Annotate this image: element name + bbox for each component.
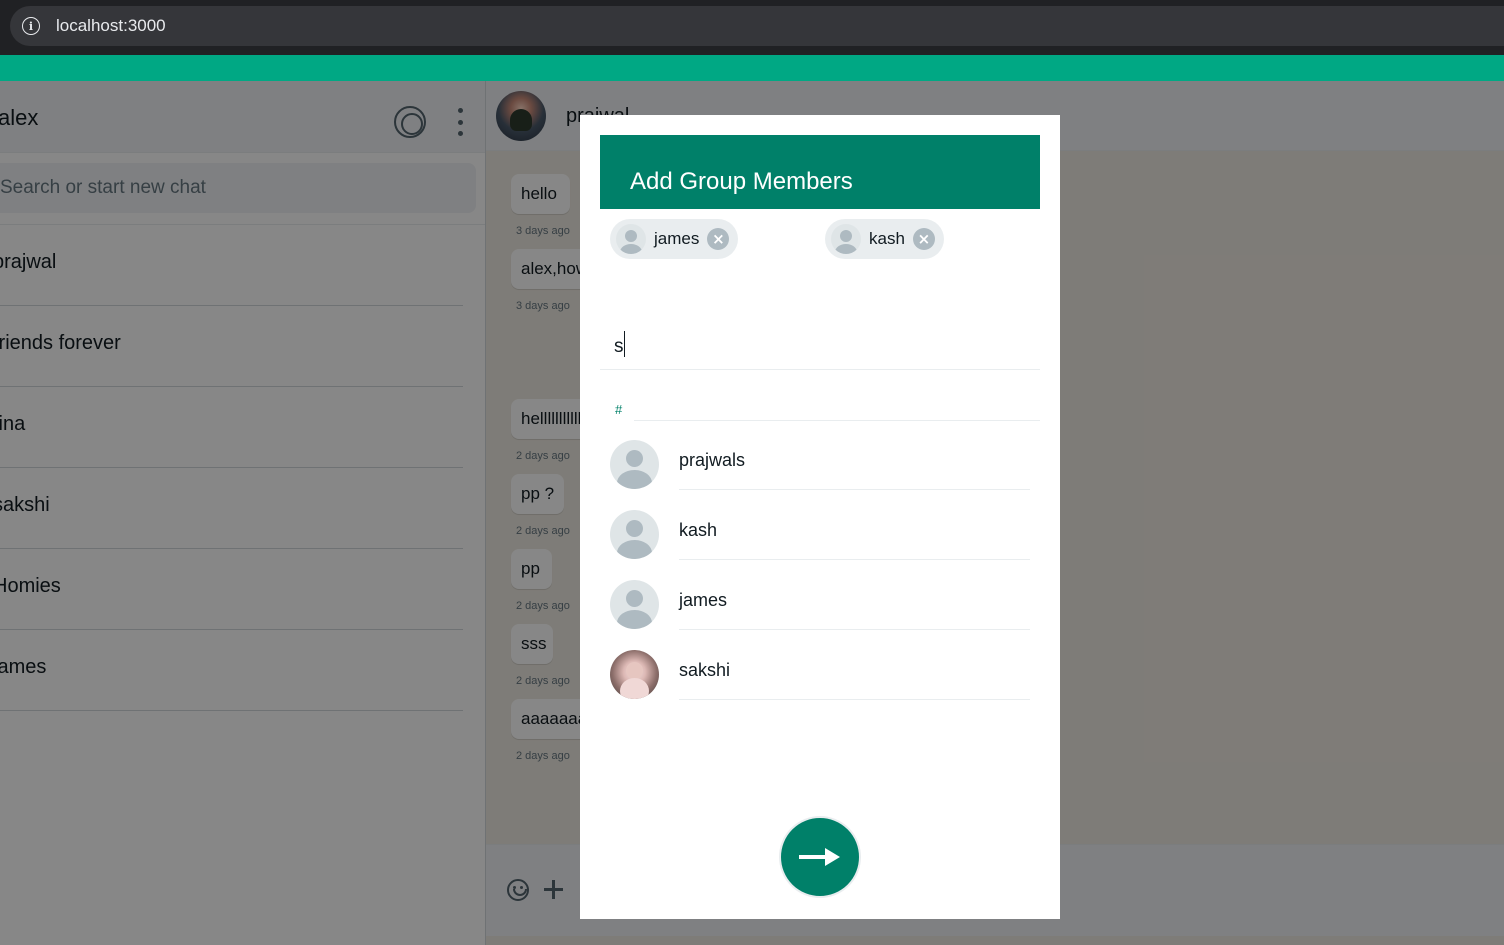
default-avatar-icon [610,440,659,489]
next-button[interactable] [779,816,861,898]
arrow-right-icon [799,848,840,866]
address-bar[interactable]: i localhost:3000 [10,6,1504,46]
chip-label: kash [869,229,905,248]
url-text[interactable]: localhost:3000 [56,16,166,36]
contact-list-item[interactable]: kash [610,505,1030,565]
browser-toolbar: i localhost:3000 [0,0,1504,55]
text-caret [624,331,625,357]
user-avatar-icon [616,224,646,254]
info-icon[interactable]: i [22,17,40,35]
dialog-header: Add Group Members [600,135,1040,209]
contact-name: sakshi [679,660,731,680]
dialog-title: Add Group Members [630,168,853,195]
contact-name: prajwals [679,450,746,470]
section-label: # [615,402,623,417]
photo-avatar [610,650,659,699]
divider [679,629,1030,630]
divider [679,559,1030,560]
user-avatar-icon [831,224,861,254]
selected-member-chip: kash × [825,219,944,259]
member-search-input[interactable] [600,325,1040,370]
add-group-members-dialog: Add Group Members james × kash × # prajw… [580,115,1060,919]
contact-list-item[interactable]: prajwals [610,435,1030,495]
remove-chip-icon[interactable]: × [912,228,935,250]
default-avatar-icon [610,510,659,559]
section-divider [634,420,1040,421]
divider [679,489,1030,490]
selected-member-chip: james × [610,219,739,259]
contact-name: james [679,590,728,610]
contact-name: kash [679,520,718,540]
chip-label: james [654,229,700,248]
default-avatar-icon [610,580,659,629]
app-top-strip [0,55,1504,81]
divider [679,699,1030,700]
remove-chip-icon[interactable]: × [707,228,730,250]
contact-list-item[interactable]: sakshi [610,645,1030,705]
contact-list-item[interactable]: james [610,575,1030,635]
